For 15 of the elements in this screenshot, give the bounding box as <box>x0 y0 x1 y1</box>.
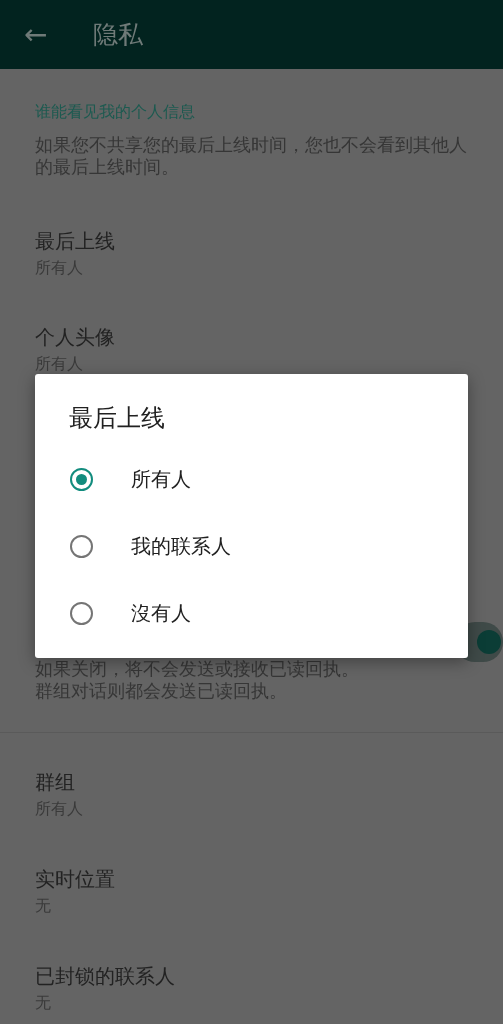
setting-title: 已封锁的联系人 <box>35 963 176 989</box>
radio-icon[interactable] <box>70 602 93 625</box>
radio-icon[interactable] <box>70 535 93 558</box>
setting-title: 群组 <box>35 769 76 795</box>
section-title: 谁能看见我的个人信息 <box>35 102 196 123</box>
setting-title: 实时位置 <box>35 866 116 892</box>
dialog-title: 最后上线 <box>68 403 166 434</box>
back-button[interactable]: ← <box>24 20 48 49</box>
setting-title: 个人头像 <box>35 324 116 350</box>
radio-option[interactable]: 沒有人 <box>35 580 468 647</box>
radio-option[interactable]: 我的联系人 <box>35 513 468 580</box>
screen-title: 隐私 <box>93 19 144 51</box>
setting-title: 最后上线 <box>35 228 116 254</box>
radio-option[interactable]: 所有人 <box>35 446 468 513</box>
radio-icon[interactable] <box>70 468 93 491</box>
